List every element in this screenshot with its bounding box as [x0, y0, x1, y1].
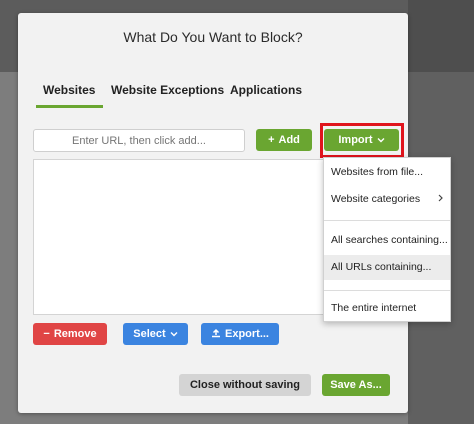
chevron-down-icon	[170, 328, 178, 340]
upload-icon	[211, 328, 221, 341]
tab-websites[interactable]: Websites	[35, 83, 105, 109]
chevron-right-icon	[438, 187, 443, 212]
minus-icon: −	[43, 327, 50, 340]
blocked-websites-list[interactable]	[33, 159, 326, 315]
export-button[interactable]: Export...	[201, 323, 279, 345]
menu-item-label: All searches containing...	[331, 234, 448, 246]
background-window-corner	[408, 0, 474, 72]
plus-icon: +	[268, 133, 275, 146]
menu-item-website-categories[interactable]: Website categories	[324, 187, 450, 212]
import-highlight-outline	[320, 123, 404, 158]
add-button[interactable]: + Add	[256, 129, 312, 151]
import-dropdown-menu: Websites from file... Website categories…	[323, 157, 451, 322]
menu-divider	[324, 220, 450, 221]
add-button-label: Add	[278, 134, 300, 146]
select-button[interactable]: Select	[123, 323, 188, 345]
menu-item-all-searches-containing[interactable]: All searches containing...	[324, 228, 450, 253]
select-button-label: Select	[133, 328, 166, 340]
menu-item-label: Websites from file...	[331, 166, 423, 178]
save-as-button[interactable]: Save As...	[322, 374, 390, 396]
menu-item-label: Website categories	[331, 193, 421, 205]
menu-item-all-urls-containing[interactable]: All URLs containing...	[324, 255, 450, 280]
menu-item-websites-from-file[interactable]: Websites from file...	[324, 160, 450, 185]
menu-item-label: The entire internet	[331, 302, 417, 314]
export-button-label: Export...	[224, 328, 269, 340]
menu-divider	[324, 290, 450, 291]
url-input[interactable]	[33, 129, 245, 152]
dialog-title: What Do You Want to Block?	[123, 29, 303, 45]
menu-item-label: All URLs containing...	[331, 261, 432, 273]
remove-button-label: Remove	[53, 328, 97, 340]
close-without-saving-button[interactable]: Close without saving	[179, 374, 311, 396]
remove-button[interactable]: − Remove	[33, 323, 107, 345]
menu-item-entire-internet[interactable]: The entire internet	[324, 296, 450, 321]
tab-website-exceptions[interactable]: Website Exceptions	[111, 83, 224, 109]
tab-applications[interactable]: Applications	[230, 83, 302, 109]
